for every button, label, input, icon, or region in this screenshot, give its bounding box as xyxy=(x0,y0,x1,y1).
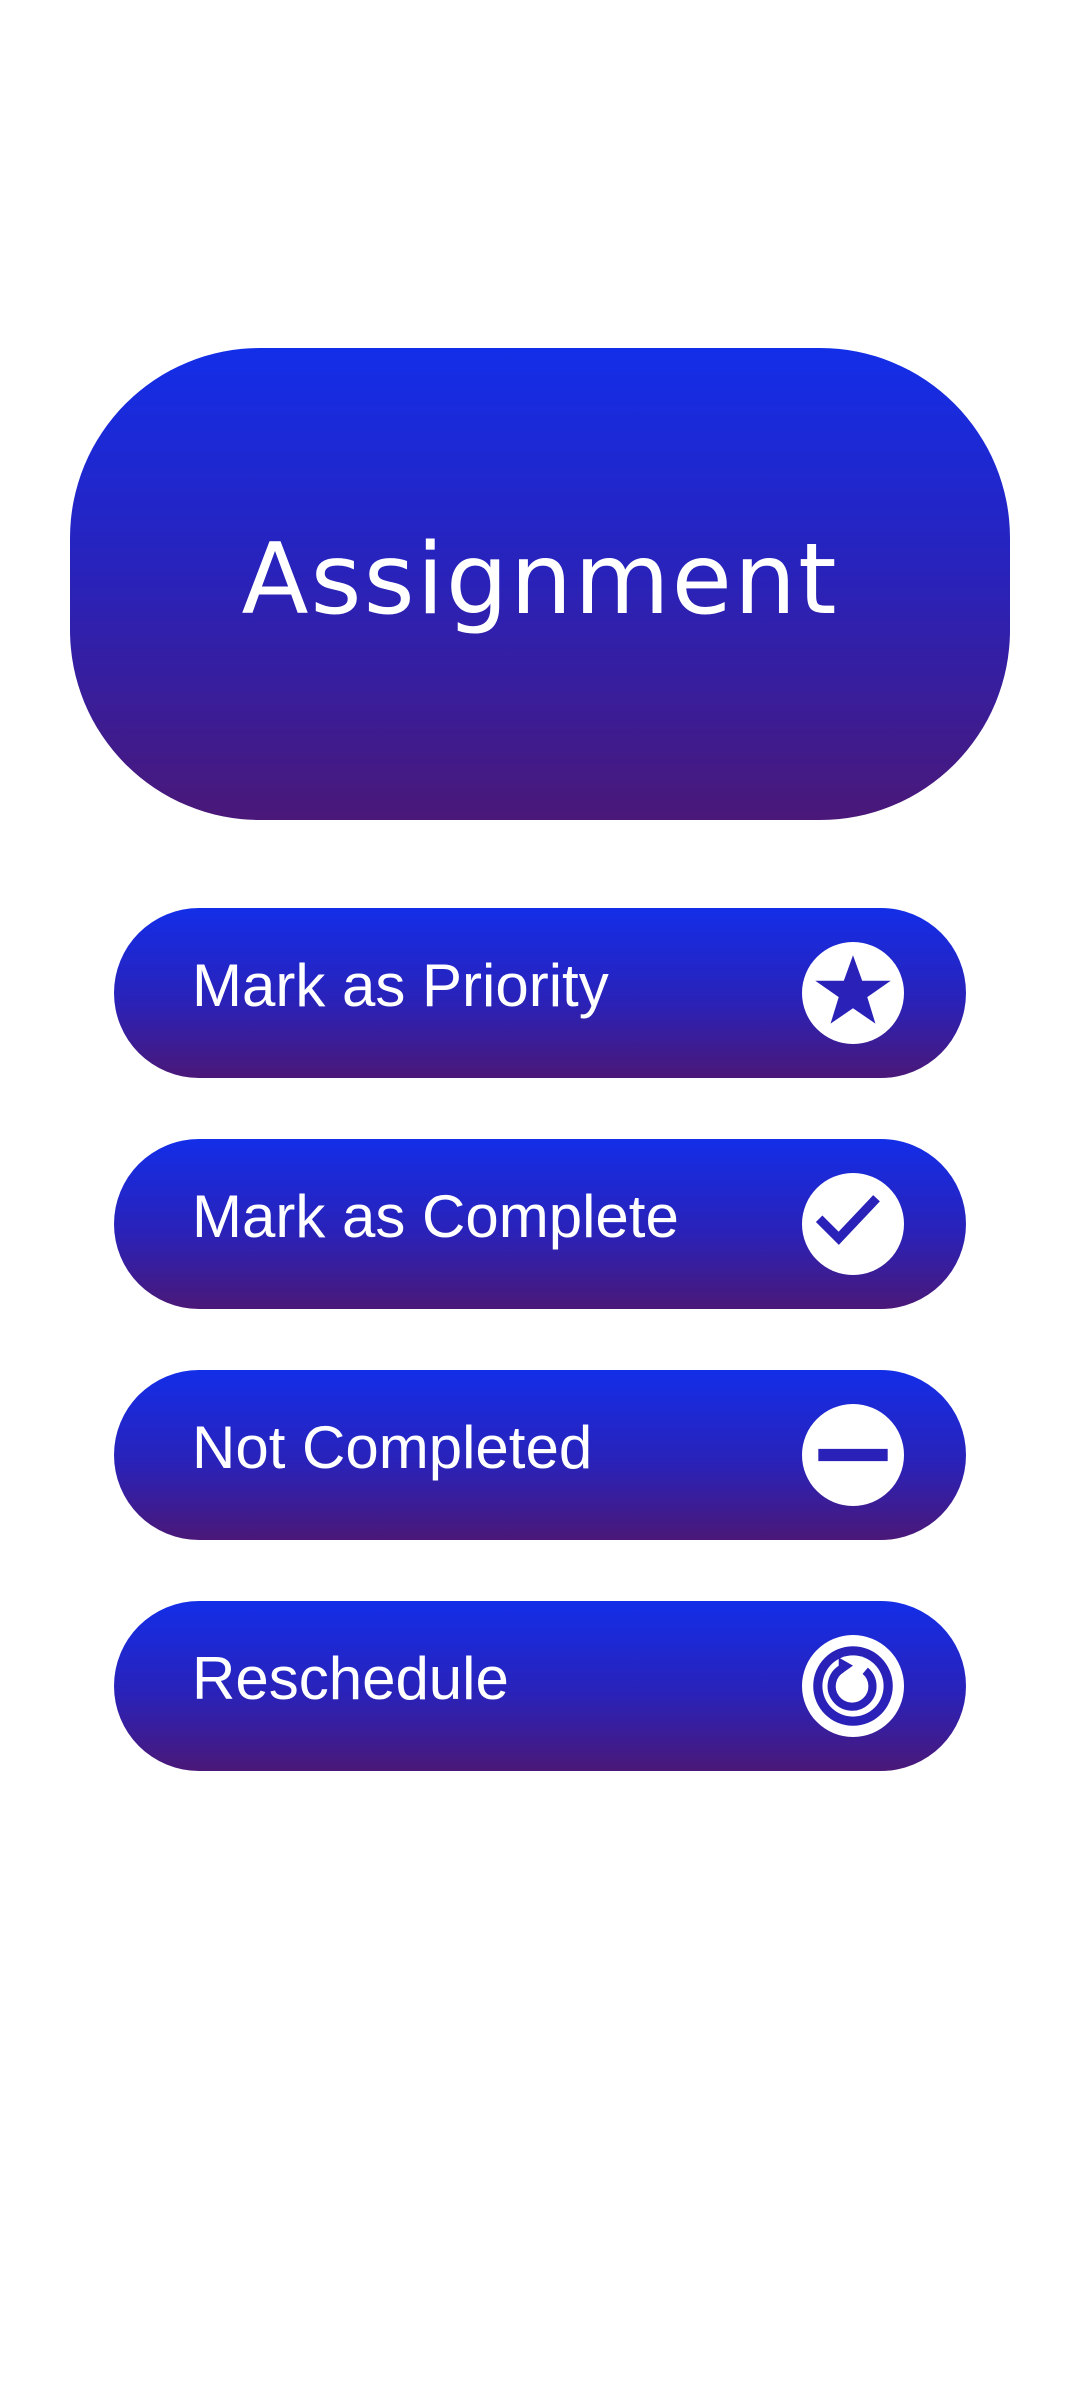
reschedule-label: Reschedule xyxy=(192,1645,509,1712)
not-completed-button[interactable]: Not Completed xyxy=(114,1370,966,1540)
mark-as-priority-button[interactable]: Mark as Priority xyxy=(114,908,966,1078)
mark-as-complete-button[interactable]: Mark as Complete xyxy=(114,1139,966,1309)
mark-as-complete-label: Mark as Complete xyxy=(192,1183,679,1250)
assignment-title-card: Assignment xyxy=(70,348,1010,820)
page-title: Assignment xyxy=(241,523,839,637)
minus-icon xyxy=(802,1404,904,1506)
checkmark-icon xyxy=(802,1173,904,1275)
refresh-icon xyxy=(802,1635,904,1737)
mark-as-priority-label: Mark as Priority xyxy=(192,952,609,1019)
not-completed-label: Not Completed xyxy=(192,1414,593,1481)
star-icon xyxy=(802,942,904,1044)
reschedule-button[interactable]: Reschedule xyxy=(114,1601,966,1771)
